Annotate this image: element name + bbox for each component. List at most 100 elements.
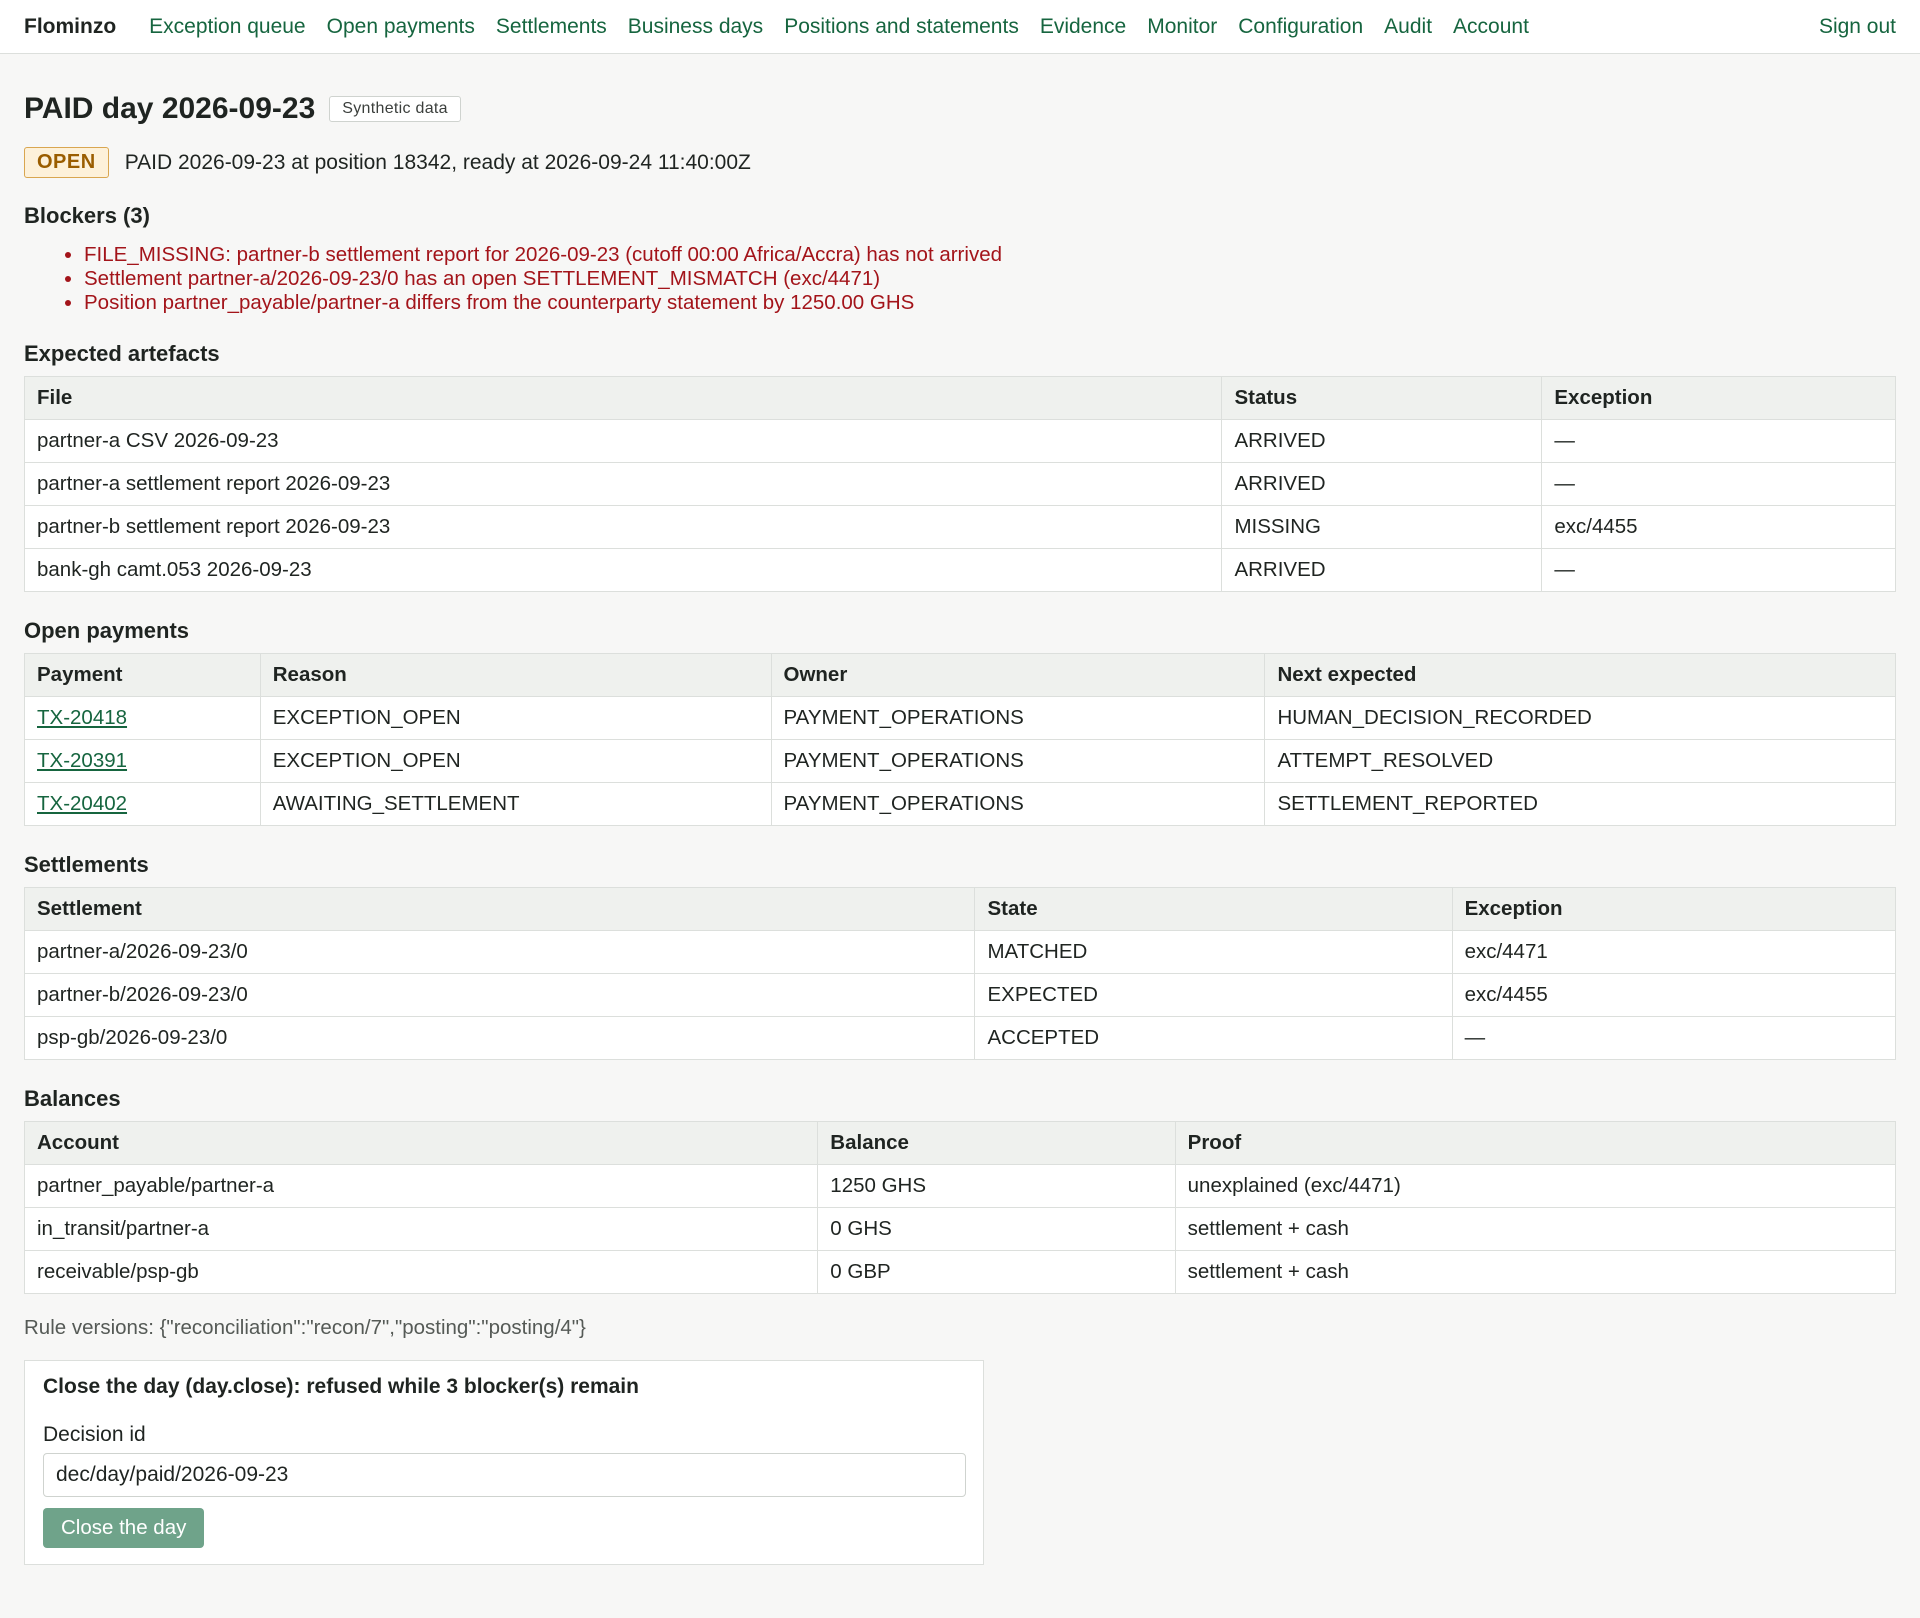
balance-proof: settlement + cash <box>1174 1207 1897 1251</box>
blocker-item: Position partner_payable/partner-a diffe… <box>84 291 1896 315</box>
open-payments-heading: Open payments <box>24 618 190 643</box>
status-text: PAID 2026-09-23 at position 18342, ready… <box>124 150 751 174</box>
table-row: TX-20418 EXCEPTION_OPEN PAYMENT_OPERATIO… <box>24 696 1896 740</box>
blockers-list: FILE_MISSING: partner-b settlement repor… <box>24 243 1896 315</box>
blocker-item: FILE_MISSING: partner-b settlement repor… <box>84 243 1896 267</box>
settlement-id: partner-a/2026-09-23/0 <box>23 930 976 974</box>
balance-amount: 0 GBP <box>817 1250 1176 1294</box>
nav-link-positions-and-statements[interactable]: Positions and statements <box>784 15 1019 39</box>
main-content: PAID day 2026-09-23 Synthetic data OPEN … <box>0 54 1920 1565</box>
table-row: partner-b settlement report 2026-09-23 M… <box>23 505 1896 549</box>
payment-owner: PAYMENT_OPERATIONS <box>770 782 1266 826</box>
rule-versions: Rule versions: {"reconciliation":"recon/… <box>24 1316 586 1339</box>
balance-amount: 0 GHS <box>817 1207 1176 1251</box>
payment-reason: EXCEPTION_OPEN <box>259 739 772 783</box>
artefact-file: partner-a settlement report 2026-09-23 <box>23 462 1223 506</box>
blockers-heading: Blockers (3) <box>24 203 150 228</box>
decision-id-label: Decision id <box>43 1423 146 1446</box>
balance-amount: 1250 GHS <box>817 1164 1176 1208</box>
table-header-row: File Status Exception <box>23 376 1896 420</box>
table-row: partner-a/2026-09-23/0 MATCHED exc/4471 <box>23 930 1897 974</box>
close-day-button[interactable]: Close the day <box>43 1508 205 1548</box>
table-header-row: Payment Reason Owner Next expected <box>24 653 1896 697</box>
nav-links: Exception queue Open payments Settlement… <box>149 15 1819 39</box>
nav-link-configuration[interactable]: Configuration <box>1238 15 1363 39</box>
page-title: PAID day 2026-09-23 <box>24 92 316 125</box>
column-header-file: File <box>23 376 1223 420</box>
balance-account: receivable/psp-gb <box>23 1250 819 1294</box>
balance-proof: settlement + cash <box>1174 1250 1897 1294</box>
nav-link-audit[interactable]: Audit <box>1384 15 1432 39</box>
artefact-status: ARRIVED <box>1221 548 1543 592</box>
table-header-row: Settlement State Exception <box>23 887 1897 931</box>
column-header-status: Status <box>1221 376 1543 420</box>
close-day-title: Close the day (day.close): refused while… <box>43 1375 639 1398</box>
close-day-panel: Close the day (day.close): refused while… <box>24 1360 984 1565</box>
open-payments-table: Payment Reason Owner Next expected TX-20… <box>24 653 1896 826</box>
table-row: psp-gb/2026-09-23/0 ACCEPTED — <box>23 1016 1897 1060</box>
sign-out-link[interactable]: Sign out <box>1819 15 1896 39</box>
column-header-exception: Exception <box>1451 887 1897 931</box>
nav-link-exception-queue[interactable]: Exception queue <box>149 15 305 39</box>
brand-logo[interactable]: Flominzo <box>24 15 116 39</box>
artefact-status: ARRIVED <box>1221 419 1543 463</box>
balance-proof: unexplained (exc/4471) <box>1174 1164 1897 1208</box>
settlement-state: MATCHED <box>974 930 1453 974</box>
artefact-file: bank-gh camt.053 2026-09-23 <box>23 548 1223 592</box>
settlement-exception: exc/4455 <box>1451 973 1897 1017</box>
artefacts-heading: Expected artefacts <box>24 341 220 366</box>
column-header-balance: Balance <box>817 1121 1176 1165</box>
table-row: partner-a settlement report 2026-09-23 A… <box>23 462 1896 506</box>
payment-next-expected: ATTEMPT_RESOLVED <box>1264 739 1896 783</box>
artefact-exception: exc/4455 <box>1541 505 1896 549</box>
payment-reason: EXCEPTION_OPEN <box>259 696 772 740</box>
table-row: partner_payable/partner-a 1250 GHS unexp… <box>23 1164 1897 1208</box>
table-row: bank-gh camt.053 2026-09-23 ARRIVED — <box>23 548 1896 592</box>
settlement-exception: exc/4471 <box>1451 930 1897 974</box>
settlement-state: EXPECTED <box>974 973 1453 1017</box>
column-header-owner: Owner <box>770 653 1266 697</box>
column-header-reason: Reason <box>259 653 772 697</box>
table-row: partner-a CSV 2026-09-23 ARRIVED — <box>23 419 1896 463</box>
nav-link-account[interactable]: Account <box>1453 15 1529 39</box>
nav-link-monitor[interactable]: Monitor <box>1147 15 1217 39</box>
column-header-proof: Proof <box>1174 1121 1897 1165</box>
nav-link-open-payments[interactable]: Open payments <box>327 15 475 39</box>
artefact-exception: — <box>1541 462 1896 506</box>
payment-next-expected: SETTLEMENT_REPORTED <box>1264 782 1896 826</box>
payment-owner: PAYMENT_OPERATIONS <box>770 739 1266 783</box>
table-row: TX-20402 AWAITING_SETTLEMENT PAYMENT_OPE… <box>24 782 1896 826</box>
nav-link-evidence[interactable]: Evidence <box>1040 15 1126 39</box>
settlement-id: partner-b/2026-09-23/0 <box>23 973 976 1017</box>
day-status: OPEN PAID 2026-09-23 at position 18342, … <box>24 146 1896 179</box>
column-header-exception: Exception <box>1541 376 1896 420</box>
top-navigation: Flominzo Exception queue Open payments S… <box>0 0 1920 54</box>
artefact-file: partner-b settlement report 2026-09-23 <box>23 505 1223 549</box>
artefact-file: partner-a CSV 2026-09-23 <box>23 419 1223 463</box>
balances-heading: Balances <box>24 1086 121 1111</box>
artefact-exception: — <box>1541 419 1896 463</box>
page-header: PAID day 2026-09-23 Synthetic data <box>24 90 1896 128</box>
decision-id-input[interactable] <box>43 1453 966 1497</box>
balance-account: in_transit/partner-a <box>23 1207 819 1251</box>
artefact-exception: — <box>1541 548 1896 592</box>
column-header-next-expected: Next expected <box>1264 653 1896 697</box>
settlement-id: psp-gb/2026-09-23/0 <box>23 1016 976 1060</box>
artefact-status: MISSING <box>1221 505 1543 549</box>
payment-link[interactable]: TX-20391 <box>37 749 127 772</box>
payment-link[interactable]: TX-20402 <box>37 792 127 815</box>
settlement-state: ACCEPTED <box>974 1016 1453 1060</box>
nav-link-settlements[interactable]: Settlements <box>496 15 607 39</box>
table-row: in_transit/partner-a 0 GHS settlement + … <box>23 1207 1897 1251</box>
settlement-exception: — <box>1451 1016 1897 1060</box>
synthetic-data-tag: Synthetic data <box>329 96 461 122</box>
table-row: partner-b/2026-09-23/0 EXPECTED exc/4455 <box>23 973 1897 1017</box>
column-header-account: Account <box>23 1121 819 1165</box>
table-header-row: Account Balance Proof <box>23 1121 1897 1165</box>
settlements-table: Settlement State Exception partner-a/202… <box>23 887 1897 1060</box>
payment-link[interactable]: TX-20418 <box>37 706 127 729</box>
column-header-settlement: Settlement <box>23 887 976 931</box>
column-header-payment: Payment <box>24 653 261 697</box>
nav-link-business-days[interactable]: Business days <box>628 15 763 39</box>
artefacts-table: File Status Exception partner-a CSV 2026… <box>23 376 1896 592</box>
